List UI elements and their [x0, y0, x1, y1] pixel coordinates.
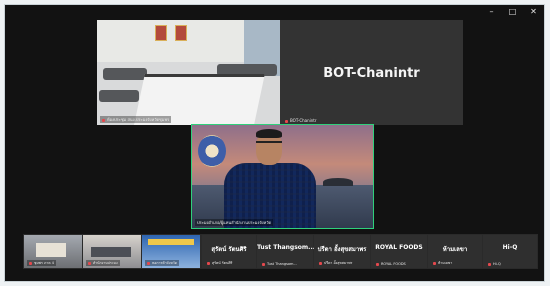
participant-name-label: BOT-Chanintr [283, 118, 319, 123]
participant-name-label: Hi-Q [486, 262, 503, 266]
participant-display-name: Tust Thangsom... [257, 244, 315, 251]
thumbnail-scene [91, 247, 131, 257]
thumbnail-banner [148, 239, 194, 245]
participant-display-name: ห้ามเลขา [442, 246, 468, 253]
participant-tile[interactable]: สุรัตน์ รัตนศิริ สุรัตน์ รัตนศิริ [202, 235, 256, 268]
mic-muted-icon [147, 261, 150, 265]
mic-muted-icon [319, 261, 322, 265]
mic-muted-icon [262, 262, 265, 266]
participant-display-name: BOT-Chanintr [323, 66, 420, 81]
portrait-image [155, 25, 167, 41]
island-background [323, 178, 353, 186]
participant-thumbnail[interactable]: ชุมพร ภาค 4 [24, 235, 82, 268]
maximize-button[interactable]: □ [508, 7, 517, 17]
participant-name-label: ชุมพร ภาค 4 [27, 260, 56, 266]
participant-name-label: หอการค้าจังหวัด [145, 260, 179, 266]
participant-display-name: Hi-Q [502, 244, 518, 251]
participant-name-label: สุรัตน์ รัตนศิริ [205, 260, 234, 266]
participant-tile[interactable]: ปรีดา อั้งสุขสมาพร ปรีดา อั้งสุขสมาพร [314, 235, 370, 268]
participant-name-label: ห้ามเลขา [431, 260, 454, 266]
participant-tile[interactable]: Hi-Q Hi-Q [483, 235, 537, 268]
mic-muted-icon [285, 119, 288, 123]
participant-tile[interactable]: Tust Thangsom... Tust Thangsom... [257, 235, 315, 268]
mic-muted-icon [88, 261, 91, 265]
participant-display-name: ปรีดา อั้งสุขสมาพร [317, 246, 367, 253]
mic-muted-icon [207, 261, 210, 265]
thumbnail-scene [36, 243, 66, 257]
close-button[interactable]: ✕ [529, 7, 538, 17]
participant-tile[interactable]: ห้ามเลขา ห้ามเลขา [428, 235, 482, 268]
participant-thumbnail[interactable]: สำนักงานประมง [83, 235, 141, 268]
mic-muted-icon [376, 262, 379, 266]
participant-name-label: Tust Thangsom... [260, 262, 299, 266]
participant-tile-bot[interactable]: BOT-Chanintr BOT-Chanintr [280, 20, 463, 125]
participant-display-name: สุรัตน์ รัตนศิริ [211, 246, 247, 253]
participant-name-label: ห้องประชุม สนง.ประมงจังหวัดชุมพร [100, 116, 172, 123]
participant-name-label: ROYAL FOODS [374, 262, 408, 266]
mic-muted-icon [102, 118, 105, 122]
video-conference-window: – □ ✕ ห้องประชุม สนง.ประมงจังหวัดชุมพร B… [4, 4, 545, 282]
participant-tile-meeting-room[interactable]: ห้องประชุม สนง.ประมงจังหวัดชุมพร [97, 20, 280, 125]
participants-left [99, 90, 139, 102]
participant-thumbnail[interactable]: หอการค้าจังหวัด [142, 235, 200, 268]
participant-name-label: ปรีดา อั้งสุขสมาพร [317, 260, 354, 266]
participant-tile[interactable]: ROYAL FOODS ROYAL FOODS [371, 235, 427, 268]
participant-name-label: ประมงอำเภอ/ผู้แทนสำนักงานประมงจังหวัด [195, 219, 274, 226]
portrait-image [175, 25, 187, 41]
speaker-glasses [256, 141, 282, 149]
active-speaker-tile[interactable]: ประมงอำเภอ/ผู้แทนสำนักงานประมงจังหวัด [191, 124, 374, 229]
mic-muted-icon [488, 262, 491, 266]
agency-emblem [198, 135, 226, 167]
participant-name-label: สำนักงานประมง [86, 260, 120, 266]
participant-strip: ชุมพร ภาค 4 สำนักงานประมง หอการค้าจังหวั… [23, 234, 538, 269]
participants-left [103, 68, 147, 80]
window-controls: – □ ✕ [487, 7, 538, 17]
speaker-hair [256, 129, 282, 138]
mic-muted-icon [29, 261, 32, 265]
participant-display-name: ROYAL FOODS [375, 244, 423, 251]
minimize-button[interactable]: – [487, 7, 496, 17]
mic-muted-icon [433, 261, 436, 265]
